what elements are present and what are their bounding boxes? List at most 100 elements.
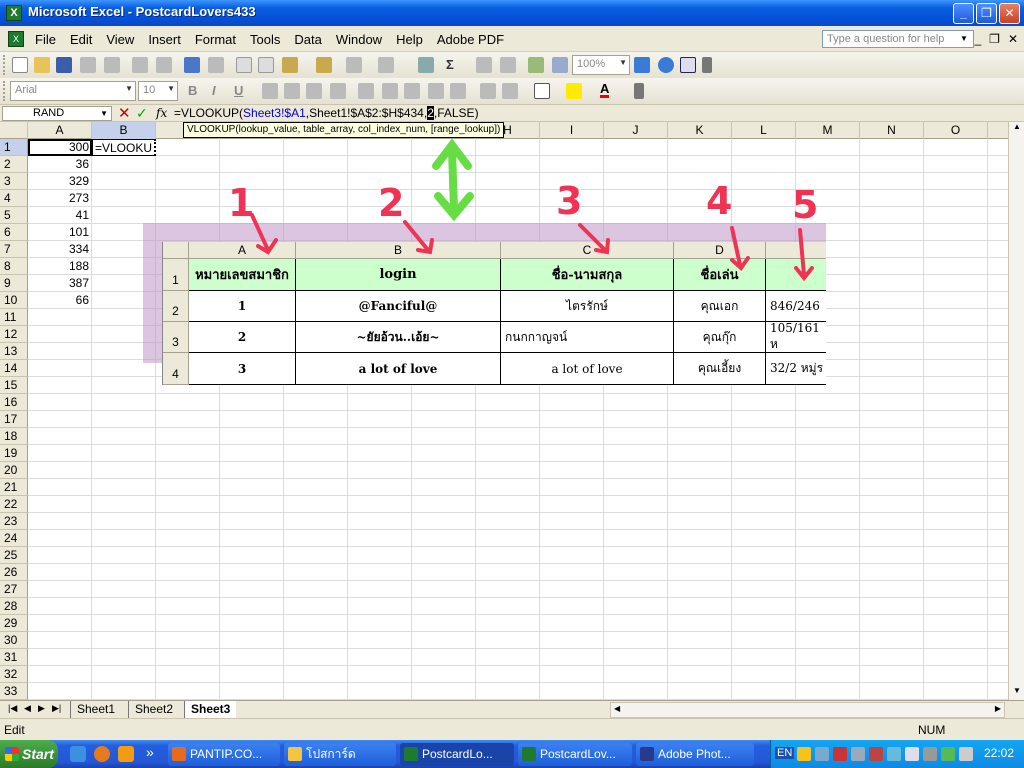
format-painter-icon[interactable] xyxy=(316,57,332,73)
cell-a6[interactable]: 101 xyxy=(28,224,92,241)
cell-a9[interactable]: 387 xyxy=(28,275,92,292)
zoom-dropdown-icon[interactable]: ▼ xyxy=(619,58,627,67)
row-header-26[interactable]: 26 xyxy=(0,564,28,581)
row-header-20[interactable]: 20 xyxy=(0,462,28,479)
tray-icon[interactable] xyxy=(923,747,937,761)
menu-window[interactable]: Window xyxy=(336,32,382,47)
cell-a3[interactable]: 329 xyxy=(28,173,92,190)
name-box-dropdown-icon[interactable]: ▼ xyxy=(100,107,108,120)
row-header-3[interactable]: 3 xyxy=(0,173,28,190)
tray-icon[interactable] xyxy=(833,747,847,761)
sheet-tab-sheet3[interactable]: Sheet3 xyxy=(184,701,237,718)
row-header-25[interactable]: 25 xyxy=(0,547,28,564)
column-header-b[interactable]: B xyxy=(92,122,156,139)
font-size-dropdown-icon[interactable]: ▼ xyxy=(167,84,175,93)
row-header-15[interactable]: 15 xyxy=(0,377,28,394)
sheet-tab-sheet2[interactable]: Sheet2 xyxy=(128,701,179,718)
zoom-combo[interactable]: 100% ▼ xyxy=(572,55,630,75)
column-header-k[interactable]: K xyxy=(668,122,732,139)
column-header-i[interactable]: I xyxy=(540,122,604,139)
insert-function-icon[interactable]: fx xyxy=(156,106,167,120)
cell-a5[interactable]: 41 xyxy=(28,207,92,224)
menu-tools[interactable]: Tools xyxy=(250,32,280,47)
task-adobe-photoshop[interactable]: Adobe Phot... xyxy=(636,743,754,766)
chart-wizard-icon[interactable] xyxy=(528,57,544,73)
confirm-entry-icon[interactable]: ✓ xyxy=(136,105,148,122)
select-all-corner[interactable] xyxy=(0,122,28,139)
row-header-6[interactable]: 6 xyxy=(0,224,28,241)
decrease-decimal-icon[interactable] xyxy=(450,83,466,99)
row-header-10[interactable]: 10 xyxy=(0,292,28,309)
menu-insert[interactable]: Insert xyxy=(148,32,181,47)
active-cell-a1[interactable] xyxy=(28,139,92,156)
print-preview-icon[interactable] xyxy=(156,57,172,73)
align-center-icon[interactable] xyxy=(284,83,300,99)
row-header-18[interactable]: 18 xyxy=(0,428,28,445)
row-header-13[interactable]: 13 xyxy=(0,343,28,360)
cancel-entry-icon[interactable]: ✕ xyxy=(118,104,131,122)
menu-data[interactable]: Data xyxy=(294,32,321,47)
column-header-m[interactable]: M xyxy=(796,122,860,139)
cell-a10[interactable]: 66 xyxy=(28,292,92,309)
row-header-5[interactable]: 5 xyxy=(0,207,28,224)
spelling-icon[interactable] xyxy=(184,57,200,73)
doc-close-button[interactable]: ✕ xyxy=(1008,32,1018,46)
column-header-l[interactable]: L xyxy=(732,122,796,139)
menu-edit[interactable]: Edit xyxy=(70,32,92,47)
cell-a8[interactable]: 188 xyxy=(28,258,92,275)
align-right-icon[interactable] xyxy=(306,83,322,99)
increase-decimal-icon[interactable] xyxy=(428,83,444,99)
row-header-7[interactable]: 7 xyxy=(0,241,28,258)
row-header-21[interactable]: 21 xyxy=(0,479,28,496)
toolbar-grip[interactable] xyxy=(3,55,6,75)
cell-a7[interactable]: 334 xyxy=(28,241,92,258)
row-header-4[interactable]: 4 xyxy=(0,190,28,207)
horizontal-scrollbar[interactable]: ◀ ▶ xyxy=(610,702,1005,718)
task-postcard-folder[interactable]: โปสการ์ด xyxy=(284,743,396,766)
column-header-a[interactable]: A xyxy=(28,122,92,139)
next-sheet-icon[interactable]: ▶ xyxy=(38,703,45,714)
increase-indent-icon[interactable] xyxy=(502,83,518,99)
italic-button[interactable]: I xyxy=(212,83,216,98)
doc-restore-button[interactable]: ❐ xyxy=(989,32,1000,46)
row-header-16[interactable]: 16 xyxy=(0,394,28,411)
formula-input[interactable]: =VLOOKUP(Sheet3!$A1,Sheet1!$A$2:$H$434,2… xyxy=(174,106,479,120)
column-header-o[interactable]: O xyxy=(924,122,988,139)
decrease-indent-icon[interactable] xyxy=(480,83,496,99)
cell-a4[interactable]: 273 xyxy=(28,190,92,207)
print-icon[interactable] xyxy=(132,57,148,73)
sheet-tab-sheet1[interactable]: Sheet1 xyxy=(70,701,121,718)
row-header-2[interactable]: 2 xyxy=(0,156,28,173)
row-header-23[interactable]: 23 xyxy=(0,513,28,530)
tray-icon[interactable] xyxy=(851,747,865,761)
row-header-30[interactable]: 30 xyxy=(0,632,28,649)
open-icon[interactable] xyxy=(34,57,50,73)
row-header-32[interactable]: 32 xyxy=(0,666,28,683)
task-excel-postcardlovers-2[interactable]: PostcardLov... xyxy=(518,743,632,766)
percent-icon[interactable] xyxy=(382,83,398,99)
menu-format[interactable]: Format xyxy=(195,32,236,47)
column-header-n[interactable]: N xyxy=(860,122,924,139)
underline-button[interactable]: U xyxy=(234,83,243,98)
scroll-right-icon[interactable]: ▶ xyxy=(995,704,1001,713)
comma-style-icon[interactable] xyxy=(404,83,420,99)
toolbar-options-icon[interactable] xyxy=(702,57,712,73)
help-icon[interactable] xyxy=(658,57,674,73)
start-button[interactable]: Start xyxy=(0,740,58,768)
task-pantip[interactable]: PANTIP.CO... xyxy=(168,743,280,766)
ask-dropdown-icon[interactable]: ▼ xyxy=(960,34,968,43)
row-header-24[interactable]: 24 xyxy=(0,530,28,547)
row-header-22[interactable]: 22 xyxy=(0,496,28,513)
bold-button[interactable]: B xyxy=(188,83,197,98)
last-sheet-icon[interactable]: ▶| xyxy=(52,703,61,714)
quicklaunch-vlc-icon[interactable] xyxy=(118,746,134,762)
copy-icon[interactable] xyxy=(258,57,274,73)
tray-icon[interactable] xyxy=(869,747,883,761)
undo-icon[interactable] xyxy=(346,57,362,73)
redo-icon[interactable] xyxy=(378,57,394,73)
row-header-17[interactable]: 17 xyxy=(0,411,28,428)
quicklaunch-firefox-icon[interactable] xyxy=(94,746,110,762)
tray-icon[interactable] xyxy=(905,747,919,761)
merge-center-icon[interactable] xyxy=(330,83,346,99)
row-header-11[interactable]: 11 xyxy=(0,309,28,326)
